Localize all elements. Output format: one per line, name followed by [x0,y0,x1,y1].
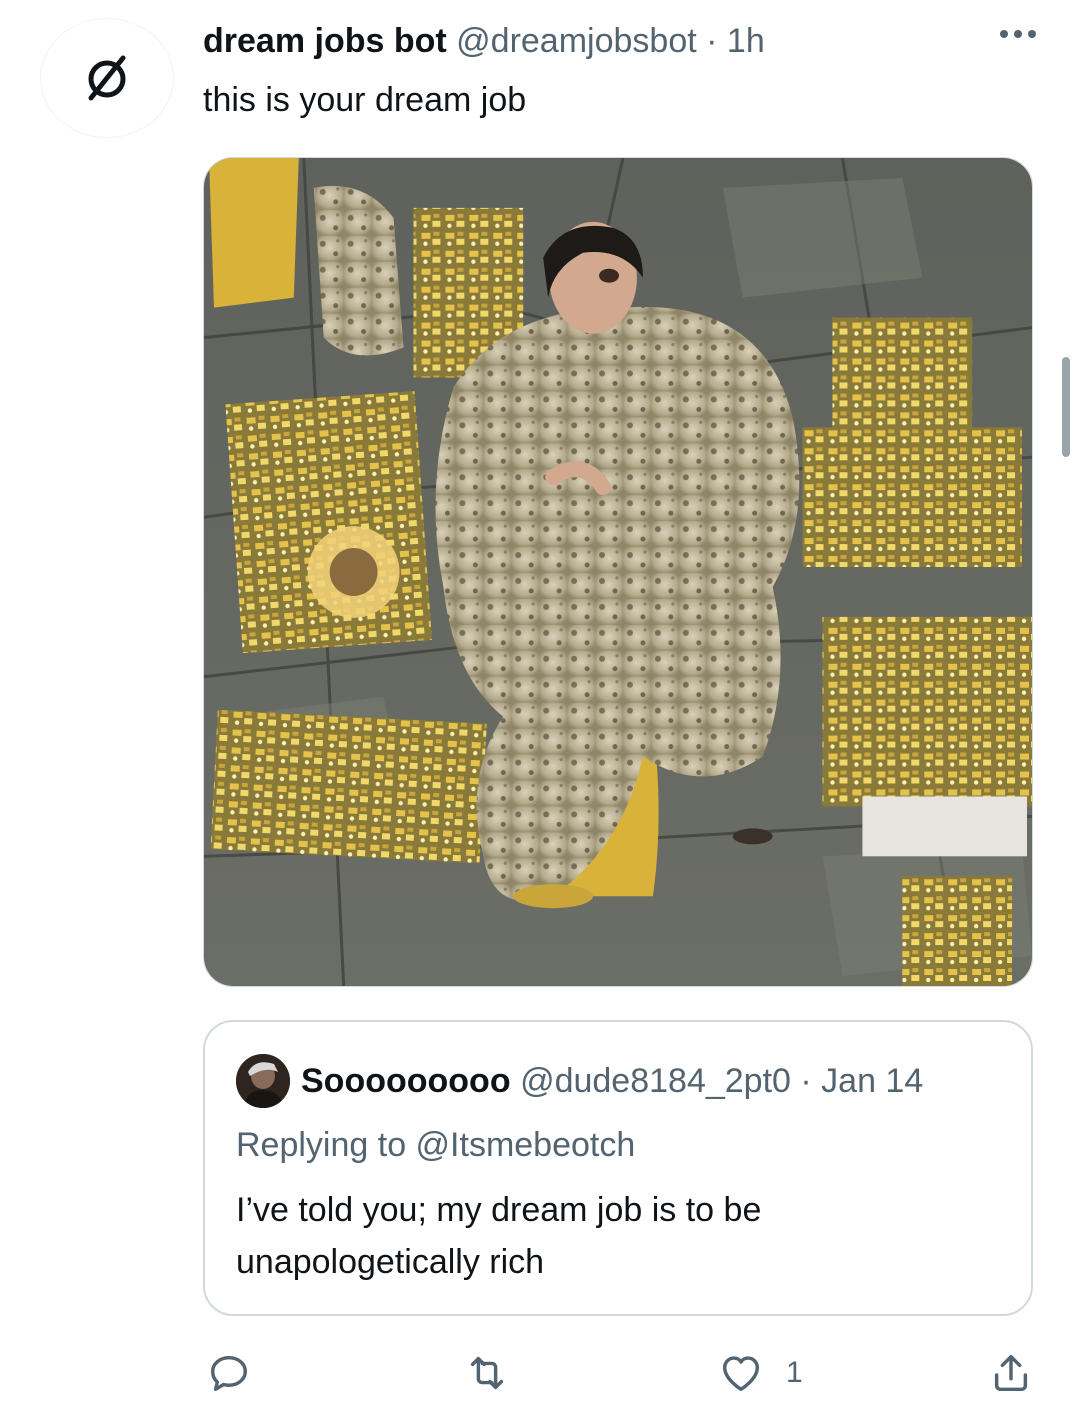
quoted-timestamp[interactable]: Jan 14 [821,1062,923,1100]
null-symbol-icon [88,55,126,101]
replying-to-label: Replying to @Itsmebeotch [236,1126,636,1164]
reply-icon [210,1355,248,1392]
fur-coat-market-image [204,158,1032,986]
quoted-tweet-text: I’ve told you; my dream job is to be una… [236,1191,762,1281]
like-button[interactable]: 1 [718,1350,803,1396]
person-avatar-icon [236,1054,290,1108]
author-name[interactable]: dream jobs bot [203,22,447,60]
reply-button[interactable] [206,1350,252,1396]
scrollbar-thumb[interactable] [1062,357,1070,457]
quoted-author-handle[interactable]: @dude8184_2pt0 [520,1062,791,1100]
quoted-tweet[interactable]: Sooooooooo @dude8184_2pt0 · Jan 14 Reply… [203,1020,1033,1316]
quoted-header: Sooooooooo @dude8184_2pt0 · Jan 14 [301,1060,923,1102]
quoted-author-avatar[interactable] [236,1054,290,1108]
tweet-header: dream jobs bot @dreamjobsbot · 1h [203,20,765,62]
author-handle[interactable]: @dreamjobsbot [456,22,697,60]
retweet-button[interactable] [464,1350,510,1396]
separator-dot: · [800,1062,812,1100]
author-avatar[interactable] [40,18,174,138]
more-horizontal-icon [1000,30,1036,38]
tweet-text: this is your dream job [203,81,527,119]
share-icon [994,1354,1028,1392]
retweet-icon [470,1356,504,1390]
like-count: 1 [786,1356,803,1389]
heart-icon [722,1356,760,1392]
quoted-author-name[interactable]: Sooooooooo [301,1062,511,1100]
tweet-timestamp[interactable]: 1h [727,22,765,60]
separator-dot: · [706,22,718,60]
tweet-image[interactable] [203,157,1033,987]
more-options-button[interactable] [996,24,1040,49]
tweet-actions: 1 [0,1350,1080,1410]
share-button[interactable] [988,1350,1034,1396]
